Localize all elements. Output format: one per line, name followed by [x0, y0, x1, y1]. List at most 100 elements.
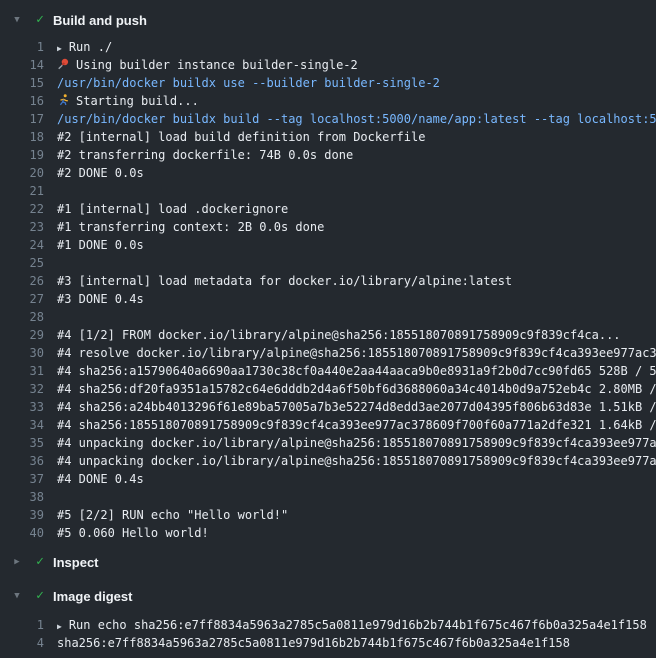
log-group-inspect: ▶ ✓ Inspect [0, 550, 656, 574]
line-number[interactable]: 34 [0, 416, 44, 434]
log-text: #3 [internal] load metadata for docker.i… [57, 272, 512, 290]
log-line: 34 #4 sha256:185518070891758909c9f839cf4c… [0, 416, 656, 434]
log-line: 20 #2 DONE 0.0s [0, 164, 656, 182]
log-text: #5 0.060 Hello world! [57, 524, 209, 542]
chevron-down-icon[interactable]: ▼ [6, 584, 28, 608]
expand-caret-icon[interactable]: ▶ [57, 44, 62, 53]
line-number[interactable]: 24 [0, 236, 44, 254]
log-text: #4 resolve docker.io/library/alpine@sha2… [57, 344, 656, 362]
line-number[interactable]: 15 [0, 74, 44, 92]
line-number[interactable]: 26 [0, 272, 44, 290]
log-line: 30 #4 resolve docker.io/library/alpine@sh… [0, 344, 656, 362]
line-number[interactable]: 37 [0, 470, 44, 488]
log-text: #4 sha256:185518070891758909c9f839cf4ca3… [57, 416, 656, 434]
line-number[interactable]: 4 [0, 634, 44, 652]
log-text: #4 [1/2] FROM docker.io/library/alpine@s… [57, 326, 621, 344]
log-group-image-digest: ▼ ✓ Image digest 1 ▶Run echo sha256:e7ff8… [0, 584, 656, 652]
line-number[interactable]: 38 [0, 488, 44, 506]
log-text: #2 [internal] load build definition from… [57, 128, 425, 146]
line-number[interactable]: 1 [0, 616, 44, 634]
line-number[interactable]: 25 [0, 254, 44, 272]
group-header-build-and-push[interactable]: ▼ ✓ Build and push [0, 8, 656, 32]
log-text: #1 DONE 0.0s [57, 236, 144, 254]
pushpin-icon [57, 58, 70, 70]
log-line: 32 #4 sha256:df20fa9351a15782c64e6dddb2d4… [0, 380, 656, 398]
line-number[interactable]: 19 [0, 146, 44, 164]
line-number[interactable]: 16 [0, 92, 44, 110]
log-text: #4 sha256:a24bb4013296f61e89ba57005a7b3e… [57, 398, 656, 416]
log-text: #4 sha256:df20fa9351a15782c64e6dddb2d4a6… [57, 380, 656, 398]
line-number[interactable]: 18 [0, 128, 44, 146]
log-line: 31#4 sha256:a15790640a6690aa1730c38cf0a4… [0, 362, 656, 380]
line-number[interactable]: 36 [0, 452, 44, 470]
success-check-icon: ✓ [28, 550, 52, 574]
line-number[interactable]: 17 [0, 110, 44, 128]
log-text: #4 unpacking docker.io/library/alpine@sh… [57, 452, 656, 470]
log-line: 21 [0, 182, 656, 200]
log-text: /usr/bin/docker buildx use --builder bui… [57, 74, 440, 92]
line-number[interactable]: 27 [0, 290, 44, 308]
log-line: 36 #4 unpacking docker.io/library/alpine@… [0, 452, 656, 470]
log-line: 15/usr/bin/docker buildx use --builder b… [0, 74, 656, 92]
log-line: 35#4 unpacking docker.io/library/alpine@… [0, 434, 656, 452]
log-text: #1 [internal] load .dockerignore [57, 200, 288, 218]
chevron-right-icon[interactable]: ▶ [6, 550, 28, 574]
log-text: /usr/bin/docker buildx build --tag local… [57, 110, 656, 128]
log-line: 19 #2 transferring dockerfile: 74B 0.0s d… [0, 146, 656, 164]
log-line: 40 #5 0.060 Hello world! [0, 524, 656, 542]
line-number[interactable]: 22 [0, 200, 44, 218]
log-line: 23 #1 transferring context: 2B 0.0s done [0, 218, 656, 236]
success-check-icon: ✓ [28, 8, 52, 32]
log-lines-image-digest: 1 ▶Run echo sha256:e7ff8834a5963a2785c5a0… [0, 616, 656, 652]
log-text: sha256:e7ff8834a5963a2785c5a0811e979d16b… [57, 634, 570, 652]
group-header-inspect[interactable]: ▶ ✓ Inspect [0, 550, 656, 574]
log-line: 14Using builder instance builder-single-… [0, 56, 656, 74]
expand-caret-icon[interactable]: ▶ [57, 622, 62, 631]
line-number[interactable]: 39 [0, 506, 44, 524]
log-line: 26 #3 [internal] load metadata for docker… [0, 272, 656, 290]
log-line: 39 #5 [2/2] RUN echo "Hello world!" [0, 506, 656, 524]
line-number[interactable]: 31 [0, 362, 44, 380]
log-text: #2 transferring dockerfile: 74B 0.0s don… [57, 146, 353, 164]
line-number[interactable]: 23 [0, 218, 44, 236]
line-number[interactable]: 21 [0, 182, 44, 200]
log-text: #4 DONE 0.4s [57, 470, 144, 488]
log-line: 25 [0, 254, 656, 272]
log-line: 29 #4 [1/2] FROM docker.io/library/alpine… [0, 326, 656, 344]
line-number[interactable]: 30 [0, 344, 44, 362]
log-line: 28 [0, 308, 656, 326]
line-number[interactable]: 32 [0, 380, 44, 398]
log-line: 24 #1 DONE 0.0s [0, 236, 656, 254]
log-line: 18 #2 [internal] load build definition fr… [0, 128, 656, 146]
log-line: 1 ▶Run echo sha256:e7ff8834a5963a2785c5a0… [0, 616, 656, 634]
success-check-icon: ✓ [28, 584, 52, 608]
log-text: #2 DONE 0.0s [57, 164, 144, 182]
log-line: 16 Starting build... [0, 92, 656, 110]
line-number[interactable]: 20 [0, 164, 44, 182]
group-title: Image digest [53, 589, 132, 604]
log-text: Starting build... [57, 92, 199, 110]
log-group-build-and-push: ▼ ✓ Build and push 1▶Run ./14Using build… [0, 8, 656, 542]
line-number[interactable]: 40 [0, 524, 44, 542]
line-number[interactable]: 1 [0, 38, 44, 56]
log-line: 27 #3 DONE 0.4s [0, 290, 656, 308]
log-line: 1▶Run ./ [0, 38, 656, 56]
log-line: 17/usr/bin/docker buildx build --tag loc… [0, 110, 656, 128]
log-text: #1 transferring context: 2B 0.0s done [57, 218, 324, 236]
line-number[interactable]: 35 [0, 434, 44, 452]
line-number[interactable]: 14 [0, 56, 44, 74]
log-text: ▶Run echo sha256:e7ff8834a5963a2785c5a08… [57, 616, 647, 634]
log-line: 33 #4 sha256:a24bb4013296f61e89ba57005a7b… [0, 398, 656, 416]
group-header-image-digest[interactable]: ▼ ✓ Image digest [0, 584, 656, 608]
log-text: #5 [2/2] RUN echo "Hello world!" [57, 506, 288, 524]
log-lines-build-and-push: 1▶Run ./14Using builder instance builder… [0, 38, 656, 542]
log-text: #3 DONE 0.4s [57, 290, 144, 308]
chevron-down-icon[interactable]: ▼ [6, 8, 28, 32]
line-number[interactable]: 33 [0, 398, 44, 416]
actions-log-viewer: ▼ ✓ Build and push 1▶Run ./14Using build… [0, 0, 656, 658]
group-title: Inspect [53, 555, 99, 570]
line-number[interactable]: 29 [0, 326, 44, 344]
log-line: 37 #4 DONE 0.4s [0, 470, 656, 488]
group-title: Build and push [53, 13, 147, 28]
line-number[interactable]: 28 [0, 308, 44, 326]
